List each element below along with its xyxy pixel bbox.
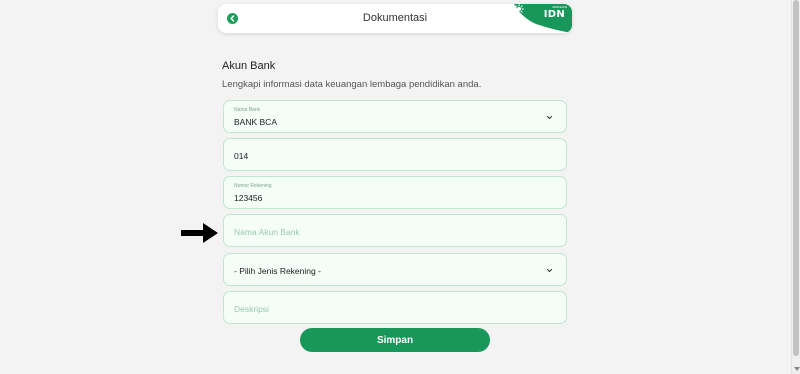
bank-name-label: Nama Bank [234,107,261,113]
bank-name-select[interactable]: Nama Bank BANK BCA [223,100,567,133]
bank-code-value: 014 [234,151,249,161]
account-type-select[interactable]: - Pilih Jenis Rekening - [223,253,567,286]
brand-idn-text: IDN [543,9,565,20]
brand-logo: JARINGAN IDN [514,4,572,33]
sun-icon [514,4,524,14]
section-title: Akun Bank [222,60,276,72]
chevron-down-icon [546,268,553,273]
account-number-value: 123456 [234,193,263,203]
account-name-placeholder: Nama Akun Bank [234,227,300,237]
arrow-right-icon [181,223,218,243]
scroll-down-icon[interactable] [794,367,800,371]
scrollbar[interactable] [791,0,800,374]
scrollbar-thumb[interactable] [793,0,799,356]
header-bar: Dokumentasi JARINGAN IDN [218,4,572,33]
bank-code-field[interactable]: 014 [223,138,567,171]
account-number-field[interactable]: Nomor Rekening 123456 [223,176,567,209]
bank-name-value: BANK BCA [234,117,277,127]
description-field[interactable]: Deskripsi [223,291,567,324]
section-subtitle: Lengkapi informasi data keuangan lembaga… [222,79,482,90]
save-button[interactable]: Simpan [300,328,490,352]
account-number-label: Nomor Rekening [234,183,272,189]
account-type-value: - Pilih Jenis Rekening - [234,266,321,276]
description-placeholder: Deskripsi [234,304,269,314]
chevron-down-icon [546,115,553,120]
account-name-field[interactable]: Nama Akun Bank [223,214,567,247]
